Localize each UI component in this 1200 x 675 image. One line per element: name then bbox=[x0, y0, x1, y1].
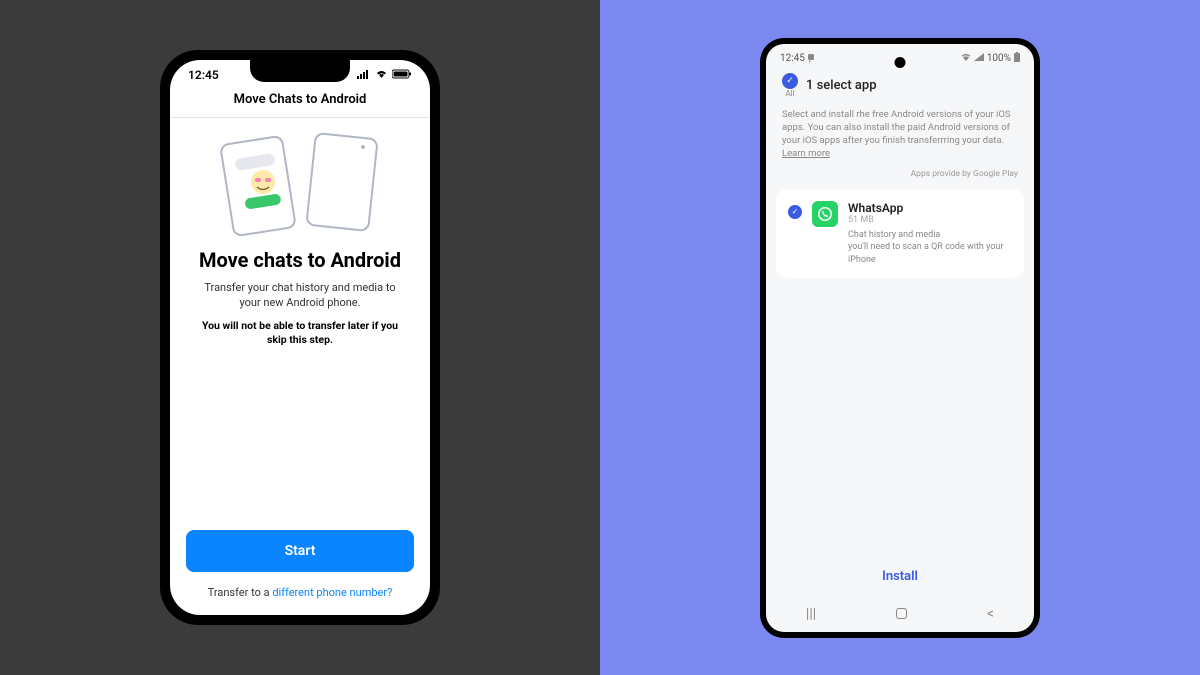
ios-header-title: Move Chats to Android bbox=[170, 84, 430, 118]
app-details-line2: you'll need to scan a QR code with your … bbox=[848, 241, 1012, 266]
whatsapp-icon bbox=[812, 201, 838, 227]
android-nav-bar: ||| < bbox=[766, 598, 1034, 632]
transfer-prefix: Transfer to a bbox=[208, 586, 273, 599]
ios-bottom-actions: Start Transfer to a different phone numb… bbox=[170, 530, 430, 615]
wifi-icon bbox=[375, 68, 388, 82]
android-status-right: 100% bbox=[961, 52, 1020, 65]
whatsapp-card[interactable]: ✓ WhatsApp 51 MB Chat history and media … bbox=[776, 189, 1024, 279]
app-details-line1: Chat history and media bbox=[848, 229, 1012, 242]
android-device: 12:45 100% ✓ All 1 select app bbox=[760, 38, 1040, 638]
battery-percent: 100% bbox=[987, 53, 1011, 64]
notification-icon bbox=[807, 53, 815, 64]
start-button[interactable]: Start bbox=[186, 530, 414, 572]
app-name: WhatsApp bbox=[848, 201, 1012, 215]
android-time: 12:45 bbox=[780, 53, 805, 64]
right-background: 12:45 100% ✓ All 1 select app bbox=[600, 0, 1200, 675]
android-bottom: Install ||| < bbox=[766, 555, 1034, 632]
home-button[interactable] bbox=[896, 608, 907, 619]
battery-icon bbox=[392, 68, 412, 82]
app-size: 51 MB bbox=[848, 215, 1012, 225]
android-camera bbox=[895, 57, 906, 68]
install-button[interactable]: Install bbox=[766, 555, 1034, 598]
app-details: Chat history and media you'll need to sc… bbox=[848, 229, 1012, 267]
android-desc-text: Select and install rhe free Android vers… bbox=[782, 109, 1011, 147]
transfer-link-row: Transfer to a different phone number? bbox=[186, 586, 414, 599]
back-button[interactable]: < bbox=[987, 606, 994, 622]
iphone-notch bbox=[250, 60, 350, 82]
app-info: WhatsApp 51 MB Chat history and media yo… bbox=[848, 201, 1012, 267]
app-select-checkbox[interactable]: ✓ bbox=[788, 205, 802, 219]
signal-icon bbox=[357, 68, 371, 82]
select-app-title: 1 select app bbox=[806, 78, 877, 93]
android-description: Select and install rhe free Android vers… bbox=[766, 102, 1034, 163]
select-all-checkbox[interactable]: ✓ bbox=[782, 73, 798, 89]
ios-content: Move chats to Android Transfer your chat… bbox=[170, 118, 430, 530]
signal-icon bbox=[974, 53, 984, 64]
move-chats-warning: You will not be able to transfer later i… bbox=[188, 319, 412, 348]
all-label: All bbox=[785, 89, 794, 98]
move-chats-description: Transfer your chat history and media to … bbox=[188, 280, 412, 311]
move-chats-title: Move chats to Android bbox=[199, 248, 401, 272]
battery-icon bbox=[1014, 52, 1020, 65]
iphone-screen: 12:45 Move Chats to Android bbox=[170, 60, 430, 615]
iphone-device: 12:45 Move Chats to Android bbox=[160, 50, 440, 625]
different-number-link[interactable]: different phone number? bbox=[272, 586, 392, 599]
recents-button[interactable]: ||| bbox=[806, 606, 816, 622]
transfer-illustration bbox=[215, 128, 385, 238]
left-background: 12:45 Move Chats to Android bbox=[0, 0, 600, 675]
ios-time: 12:45 bbox=[188, 68, 219, 82]
wifi-icon bbox=[961, 53, 971, 64]
android-status-left: 12:45 bbox=[780, 53, 815, 64]
apps-provider-text: Apps provide by Google Play bbox=[766, 163, 1034, 185]
android-screen: 12:45 100% ✓ All 1 select app bbox=[766, 44, 1034, 632]
learn-more-link[interactable]: Learn more bbox=[782, 148, 830, 159]
android-header: ✓ All 1 select app bbox=[766, 69, 1034, 102]
ios-status-icons bbox=[357, 68, 412, 82]
